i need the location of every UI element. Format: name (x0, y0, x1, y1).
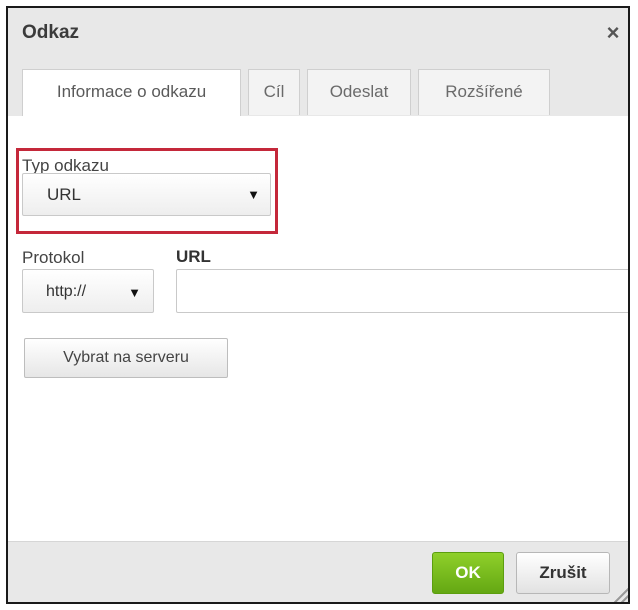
dialog-content: Typ odkazu URL ▼ Protokol URL http:// ▼ … (8, 116, 628, 542)
url-input[interactable] (176, 269, 628, 313)
close-icon[interactable]: × (602, 21, 624, 45)
chevron-down-icon: ▼ (247, 187, 260, 202)
dialog-titlebar[interactable]: Odkaz × (8, 8, 628, 61)
url-label: URL (176, 247, 211, 266)
protocol-select[interactable]: http:// ▼ (22, 269, 154, 313)
chevron-down-icon: ▼ (128, 285, 141, 300)
cancel-button[interactable]: Zrušit (516, 552, 610, 594)
dialog-footer: OK Zrušit (8, 541, 628, 602)
tab-bar: Informace o odkazu Cíl Odeslat Rozšířené (8, 60, 628, 117)
tab-advanced[interactable]: Rozšířené (418, 69, 550, 115)
protocol-value: http:// (46, 283, 87, 300)
dialog-title: Odkaz (22, 22, 80, 43)
link-type-select[interactable]: URL ▼ (22, 173, 271, 216)
link-type-value: URL (47, 185, 82, 204)
link-dialog: Odkaz × Informace o odkazu Cíl Odeslat R… (6, 6, 630, 604)
tab-target[interactable]: Cíl (248, 69, 300, 115)
ok-button[interactable]: OK (432, 552, 504, 594)
protocol-label: Protokol (22, 248, 85, 267)
tab-upload[interactable]: Odeslat (307, 69, 411, 115)
resize-handle-icon[interactable] (614, 588, 628, 602)
browse-server-button[interactable]: Vybrat na serveru (24, 338, 228, 378)
tab-link-info[interactable]: Informace o odkazu (22, 69, 241, 117)
